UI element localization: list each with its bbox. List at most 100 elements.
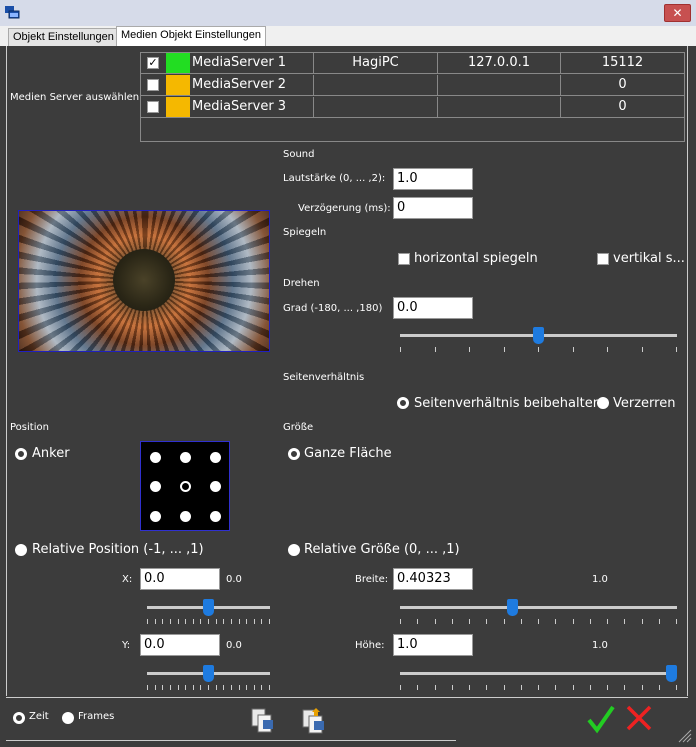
server-checkbox[interactable]	[147, 101, 159, 113]
slider-tick	[223, 685, 224, 690]
x-slider[interactable]	[147, 599, 270, 627]
table-row[interactable]: ✓ MediaServer 1 HagiPC 127.0.0.1 15112	[141, 53, 684, 74]
x-label: X:	[122, 574, 133, 585]
table-row[interactable]: MediaServer 2 0	[141, 75, 684, 96]
anchor-top-left[interactable]	[150, 452, 161, 463]
anchor-middle-left[interactable]	[150, 481, 161, 492]
full-area-radio[interactable]	[288, 448, 300, 460]
tab-objekt-einstellungen[interactable]: Objekt Einstellungen	[8, 28, 119, 46]
slider-tick	[590, 619, 591, 624]
anchor-bottom-left[interactable]	[150, 511, 161, 522]
degree-label: Grad (-180, ... ,180)	[283, 303, 383, 314]
server-port: 0	[618, 77, 627, 92]
height-input[interactable]: 1.0	[393, 634, 473, 656]
width-input[interactable]: 0.40323	[393, 568, 473, 590]
position-header: Position	[10, 422, 49, 433]
slider-tick	[676, 619, 677, 624]
x-input[interactable]: 0.0	[140, 568, 220, 590]
y-slider[interactable]	[147, 665, 270, 693]
slider-tick	[239, 619, 240, 624]
delay-input[interactable]: 0	[393, 197, 473, 219]
media-server-label: Medien Server auswählen	[10, 92, 140, 103]
anchor-radio[interactable]	[15, 448, 27, 460]
keep-aspect-radio[interactable]	[397, 397, 409, 409]
width-slider[interactable]	[400, 599, 677, 627]
x-readout: 0.0	[226, 574, 242, 585]
server-ip	[438, 75, 561, 95]
anchor-bottom-center[interactable]	[180, 511, 191, 522]
slider-tick	[659, 685, 660, 690]
full-area-label: Ganze Fläche	[304, 446, 392, 461]
cross-icon[interactable]	[624, 703, 654, 733]
tab-medien-objekt-einstellungen[interactable]: Medien Objekt Einstellungen	[116, 26, 267, 46]
slider-tick	[231, 685, 232, 690]
slider-tick	[486, 619, 487, 624]
table-row[interactable]: MediaServer 3 0	[141, 97, 684, 118]
slider-tick	[193, 685, 194, 690]
anchor-center[interactable]	[180, 481, 191, 492]
height-readout: 1.0	[592, 640, 608, 651]
slider-tick	[573, 619, 574, 624]
slider-thumb[interactable]	[533, 327, 544, 344]
slider-thumb[interactable]	[203, 599, 214, 616]
horizontal-mirror-checkbox[interactable]	[398, 253, 410, 265]
y-input[interactable]: 0.0	[140, 634, 220, 656]
checkmark-icon[interactable]	[586, 703, 616, 735]
slider-tick	[147, 685, 148, 690]
slider-tick	[642, 685, 643, 690]
vertical-mirror-checkbox[interactable]	[597, 253, 609, 265]
mirror-header: Spiegeln	[283, 227, 327, 238]
slider-tick	[162, 685, 163, 690]
slider-tick	[452, 619, 453, 624]
slider-tick	[607, 685, 608, 690]
volume-label: Lautstärke (0, ... ,2):	[283, 173, 386, 184]
slider-tick	[555, 685, 556, 690]
close-button[interactable]: ✕	[664, 4, 691, 22]
slider-tick	[504, 685, 505, 690]
relative-size-radio[interactable]	[288, 544, 300, 556]
time-radio[interactable]	[13, 712, 25, 724]
slider-tick	[607, 347, 608, 352]
slider-tick	[400, 685, 401, 690]
frames-radio[interactable]	[62, 712, 74, 724]
anchor-middle-right[interactable]	[210, 481, 221, 492]
slider-tick	[642, 347, 643, 352]
anchor-bottom-right[interactable]	[210, 511, 221, 522]
slider-tick	[208, 619, 209, 624]
anchor-grid[interactable]	[140, 441, 230, 531]
slider-thumb[interactable]	[507, 599, 518, 616]
paste-media-icon[interactable]	[300, 706, 330, 734]
slider-tick	[504, 347, 505, 352]
slider-thumb[interactable]	[666, 665, 677, 682]
slider-tick	[555, 619, 556, 624]
slider-tick	[469, 619, 470, 624]
slider-tick	[162, 619, 163, 624]
resize-grip-icon[interactable]	[676, 727, 692, 743]
width-readout: 1.0	[592, 574, 608, 585]
relative-position-radio[interactable]	[15, 544, 27, 556]
slider-thumb[interactable]	[203, 665, 214, 682]
distort-radio[interactable]	[597, 397, 609, 409]
slider-tick	[486, 685, 487, 690]
degree-input[interactable]: 0.0	[393, 297, 473, 319]
vertical-mirror-label: vertikal s...	[613, 251, 685, 266]
slider-tick	[400, 347, 401, 352]
slider-tick	[417, 619, 418, 624]
aspect-header: Seitenverhältnis	[283, 372, 365, 383]
volume-input[interactable]: 1.0	[393, 168, 473, 190]
slider-tick	[538, 619, 539, 624]
anchor-top-center[interactable]	[180, 452, 191, 463]
anchor-top-right[interactable]	[210, 452, 221, 463]
height-slider[interactable]	[400, 665, 677, 693]
slider-tick	[170, 619, 171, 624]
server-checkbox[interactable]: ✓	[147, 57, 159, 69]
size-header: Größe	[283, 422, 314, 433]
rotate-slider[interactable]	[400, 327, 677, 355]
slider-tick	[147, 619, 148, 624]
frames-label: Frames	[78, 711, 115, 722]
copy-media-icon[interactable]	[249, 706, 277, 734]
slider-tick	[178, 685, 179, 690]
slider-tick	[642, 619, 643, 624]
slider-tick	[676, 685, 677, 690]
server-checkbox[interactable]	[147, 79, 159, 91]
